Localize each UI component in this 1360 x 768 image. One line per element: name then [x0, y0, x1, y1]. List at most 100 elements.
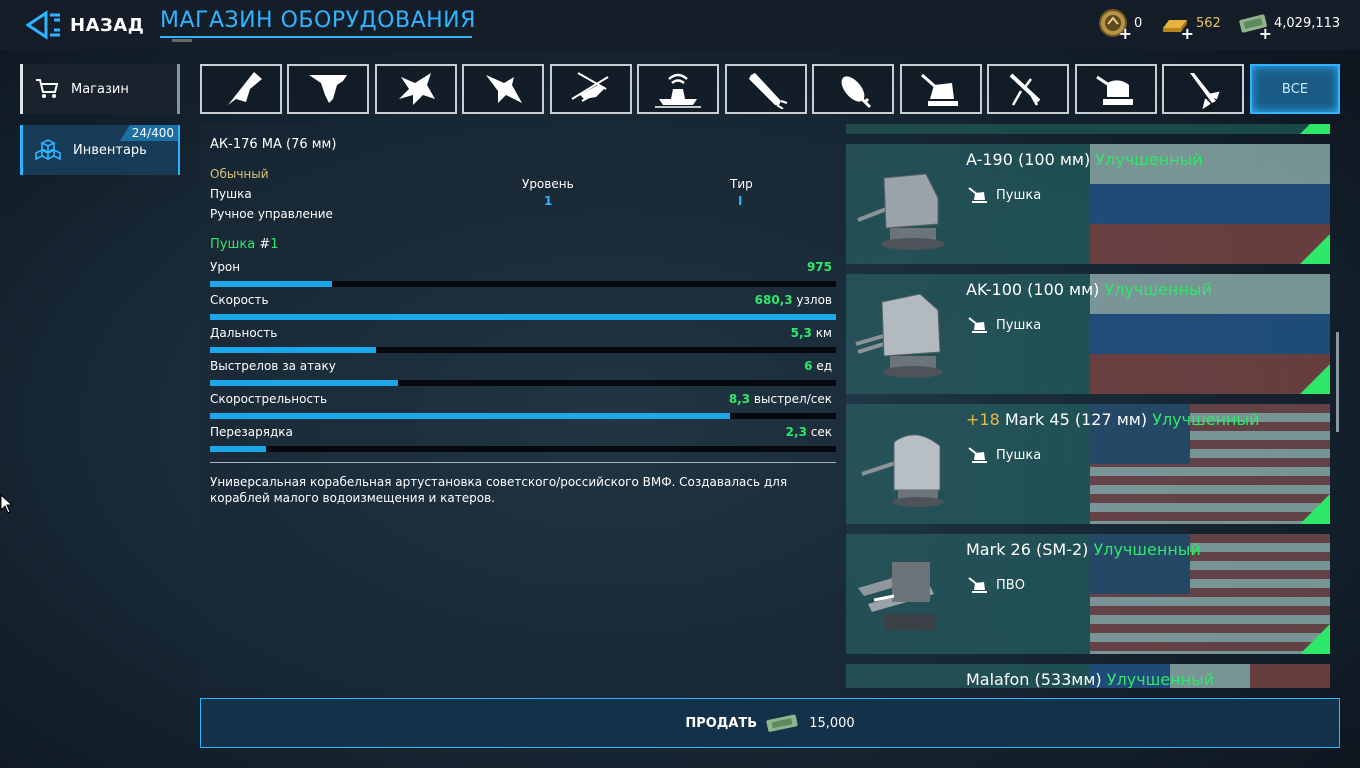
- category-bomb[interactable]: [812, 64, 894, 114]
- item-type: Пушка: [996, 187, 1042, 203]
- stat-bar-fire-rate: [210, 413, 836, 419]
- sidebar-item-inventory[interactable]: Инвентарь 24/400: [20, 125, 180, 175]
- weapon-slot-number: 1: [270, 237, 279, 252]
- category-missile[interactable]: [1162, 64, 1244, 114]
- item-corner-mark: [1300, 494, 1330, 524]
- fighter-jet-icon: [399, 73, 435, 105]
- cash-icon: +: [1238, 8, 1272, 42]
- item-quality: Улучшенный: [1104, 280, 1212, 299]
- stat-value-fire-rate: 8,3 выстрел/сек: [560, 392, 832, 406]
- sell-button[interactable]: ПРОДАТЬ 15,000: [200, 698, 1340, 748]
- weapon-slot-heading: Пушка #1: [210, 237, 279, 252]
- category-fighter[interactable]: [375, 64, 457, 114]
- cash-resource[interactable]: + 4,029,113: [1238, 8, 1341, 42]
- list-item[interactable]: AK-100 (100 мм) Улучшенный Пушка: [846, 274, 1330, 394]
- item-title: AK-100 (100 мм) Улучшенный: [966, 280, 1212, 299]
- missile-icon: [1190, 73, 1220, 109]
- list-scrollbar[interactable]: [1336, 332, 1339, 432]
- stat-bar-shots: [210, 380, 836, 386]
- item-corner-mark: [1300, 624, 1330, 654]
- stat-label-reload: Перезарядка: [210, 425, 293, 439]
- item-name: AK-100 (100 мм): [966, 280, 1100, 299]
- stat-label-speed: Скорость: [210, 293, 269, 307]
- list-item[interactable]: Mark 26 (SM-2) Улучшенный ПВО: [846, 534, 1330, 654]
- category-helicopter[interactable]: [550, 64, 632, 114]
- equipment-list: A-190 (100 мм) Улучшенный Пушка AK-100 (…: [846, 124, 1330, 688]
- machine-gun-icon: [1009, 73, 1041, 106]
- item-title: Malafon (533мм) Улучшенный: [966, 670, 1214, 688]
- stat-value-reload: 2,3 сек: [560, 425, 832, 439]
- medal-resource[interactable]: + 0: [1098, 8, 1143, 42]
- back-logo-icon: [26, 10, 60, 40]
- stat-bar-fill: [210, 380, 398, 386]
- stat-number: 6: [804, 359, 813, 373]
- item-quality: Улучшенный: [1093, 540, 1201, 559]
- cart-icon: [36, 79, 59, 98]
- item-type-row: Пушка: [968, 186, 1041, 204]
- medal-icon: +: [1098, 8, 1132, 42]
- stat-unit: выстрел/сек: [753, 392, 832, 406]
- flying-wing-icon: [309, 75, 347, 103]
- item-title: Mark 26 (SM-2) Улучшенный: [966, 540, 1201, 559]
- category-flying-wing[interactable]: [287, 64, 369, 114]
- radar-boat-icon: [655, 73, 701, 108]
- back-button[interactable]: НАЗАД: [26, 8, 144, 42]
- cash-value: 4,029,113: [1274, 15, 1341, 31]
- bomb-icon: [841, 76, 872, 109]
- stat-bar-range: [210, 347, 836, 353]
- list-item[interactable]: A-190 (100 мм) Улучшенный Пушка: [846, 144, 1330, 264]
- stat-bar-fill: [210, 347, 376, 353]
- category-all-button[interactable]: ВСЕ: [1250, 64, 1340, 114]
- item-name: Mark 26 (SM-2): [966, 540, 1089, 559]
- sidebar-item-label: Магазин: [71, 81, 129, 97]
- item-type: Пушка: [996, 447, 1042, 463]
- missile-launcher-image: [858, 562, 936, 630]
- ciws-turret-icon: [1096, 75, 1133, 105]
- stat-number: 2,3: [785, 425, 807, 439]
- item-corner-mark: [1300, 124, 1330, 134]
- gold-resource[interactable]: + 562: [1160, 8, 1221, 42]
- list-item[interactable]: Malafon (533мм) Улучшенный: [846, 664, 1330, 688]
- item-type-row: Пушка: [968, 316, 1041, 334]
- stat-bar-damage: [210, 281, 836, 287]
- stealth-bomber-icon: [228, 72, 262, 105]
- delta-jet-icon: [486, 75, 522, 103]
- inventory-count-badge: 24/400: [119, 125, 178, 141]
- item-type-row: Пушка: [968, 446, 1041, 464]
- list-item[interactable]: +18 Mark 45 (127 мм) Улучшенный Пушка: [846, 404, 1330, 524]
- category-ciws-turret[interactable]: [1075, 64, 1157, 114]
- stat-bar-speed: [210, 314, 836, 320]
- category-stealth-bomber[interactable]: [200, 64, 282, 114]
- helicopter-icon: [571, 72, 609, 102]
- stat-bar-fill: [210, 314, 836, 320]
- torpedo-icon: [749, 73, 788, 109]
- item-control: Ручное управление: [210, 207, 333, 221]
- item-type: ПВО: [996, 577, 1025, 593]
- cubes-icon: [35, 139, 61, 161]
- level-label: Уровень: [522, 177, 574, 191]
- category-delta-jet[interactable]: [462, 64, 544, 114]
- category-naval-gun[interactable]: [900, 64, 982, 114]
- category-machine-gun[interactable]: [987, 64, 1069, 114]
- stat-unit: сек: [810, 425, 832, 439]
- stat-unit: узлов: [796, 293, 832, 307]
- gun-turret-image: [855, 293, 943, 378]
- sidebar-item-shop[interactable]: Магазин: [20, 64, 180, 114]
- list-item-partial[interactable]: [846, 124, 1330, 134]
- category-radar-boat[interactable]: [637, 64, 719, 114]
- stat-number: 680,3: [754, 293, 793, 307]
- item-corner-mark: [1300, 364, 1330, 394]
- title-underline: [160, 36, 472, 38]
- stat-label-range: Дальность: [210, 326, 278, 340]
- weapon-slot-hash: #: [259, 237, 271, 252]
- item-quality: Улучшенный: [1095, 150, 1203, 169]
- stat-number: 975: [806, 260, 832, 274]
- medal-value: 0: [1134, 15, 1143, 31]
- item-corner-mark: [1300, 234, 1330, 264]
- stat-label-damage: Урон: [210, 260, 241, 274]
- item-quality: Улучшенный: [1106, 670, 1215, 688]
- category-torpedo[interactable]: [725, 64, 807, 114]
- item-type: Пушка: [996, 317, 1042, 333]
- gold-bars-icon: +: [1160, 8, 1194, 42]
- stat-number: 5,3: [790, 326, 812, 340]
